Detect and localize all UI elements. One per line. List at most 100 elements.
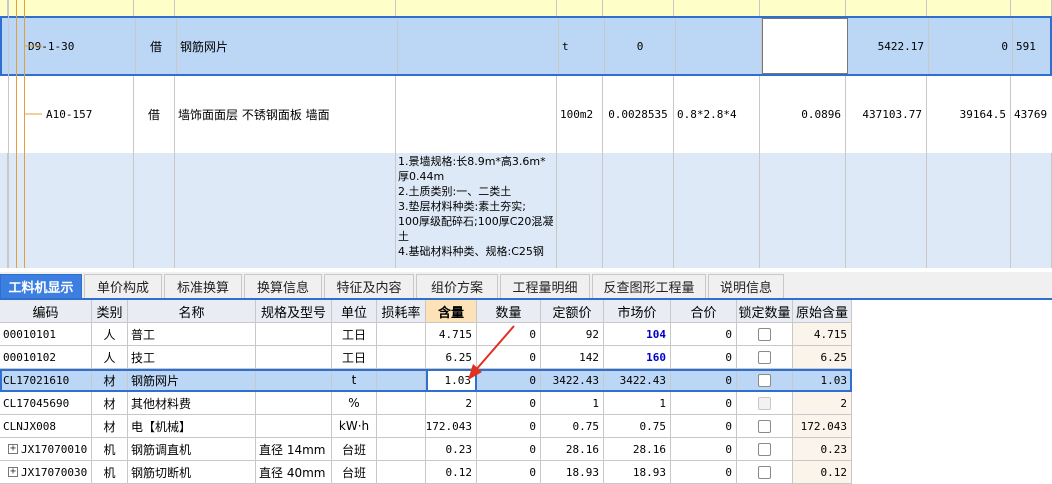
lock-checkbox[interactable]	[758, 419, 771, 433]
unit-cell[interactable]: 工日	[332, 346, 377, 369]
code-cell[interactable]: 00010101	[0, 323, 92, 346]
col-unit[interactable]: 单位	[332, 300, 377, 323]
code-cell[interactable]: CL17021610	[0, 369, 92, 392]
name-cell[interactable]: 钢筋调直机	[128, 438, 256, 461]
unit-cell[interactable]: kW·h	[332, 415, 377, 438]
market-price-cell[interactable]: 3422.43	[604, 369, 671, 392]
tab-quantity-detail[interactable]: 工程量明细	[500, 274, 590, 298]
unit-cell[interactable]: t	[559, 18, 605, 74]
loss-cell[interactable]	[377, 438, 426, 461]
lock-checkbox[interactable]	[758, 373, 771, 387]
col-name[interactable]: 名称	[128, 300, 256, 323]
market-price-cell[interactable]: 1	[604, 392, 671, 415]
expr-cell[interactable]: 0.8*2.8*4	[674, 76, 760, 153]
unit-cell[interactable]: 100m2	[557, 76, 603, 153]
content-cell[interactable]: 0.23	[426, 438, 477, 461]
col-market-price[interactable]: 市场价	[604, 300, 671, 323]
tab-reverse-graphic-quantity[interactable]: 反查图形工程量	[592, 274, 706, 298]
qty-cell[interactable]: 0	[605, 18, 676, 74]
unit-cell[interactable]: 台班	[332, 438, 377, 461]
col-spec[interactable]: 规格及型号	[256, 300, 332, 323]
content-cell-editing[interactable]	[762, 18, 848, 74]
qty-cell[interactable]: 0.0028535	[603, 76, 674, 153]
lock-checkbox[interactable]	[758, 327, 771, 341]
desc-cell[interactable]	[396, 76, 557, 153]
market-price-cell[interactable]: 18.93	[604, 461, 671, 484]
col-code[interactable]: 编码	[0, 300, 92, 323]
unit-cell[interactable]: 台班	[332, 461, 377, 484]
spec-cell[interactable]: 直径 40mm	[256, 461, 332, 484]
loss-cell[interactable]	[377, 392, 426, 415]
table-row[interactable]: 00010102 人 技工 工日 6.25 0 142 160 0 6.25	[0, 346, 852, 369]
name-cell[interactable]: 电【机械】	[128, 415, 256, 438]
content-cell[interactable]: 0.0896	[760, 76, 846, 153]
spec-cell[interactable]	[256, 346, 332, 369]
expr-cell[interactable]	[676, 18, 762, 74]
loss-cell[interactable]	[377, 461, 426, 484]
table-row[interactable]: 00010101 人 普工 工日 4.715 0 92 104 0 4.715	[0, 323, 852, 346]
tab-features[interactable]: 特征及内容	[324, 274, 414, 298]
content-cell[interactable]: 0.12	[426, 461, 477, 484]
tab-description[interactable]: 说明信息	[708, 274, 784, 298]
tab-standard-conversion[interactable]: 标准换算	[164, 274, 242, 298]
content-cell[interactable]: 2	[426, 392, 477, 415]
market-price-cell[interactable]: 0.75	[604, 415, 671, 438]
content-cell[interactable]: 172.043	[426, 415, 477, 438]
lock-checkbox[interactable]	[758, 465, 771, 479]
lock-checkbox[interactable]	[758, 350, 771, 364]
expand-icon[interactable]: +	[8, 444, 18, 454]
col-quota-price[interactable]: 定额价	[541, 300, 604, 323]
quota-row-a10-157[interactable]: A10-157 借 墙饰面面层 不锈钢面板 墙面 100m2 0.0028535…	[0, 76, 1052, 154]
table-row-selected[interactable]: CL17021610 材 钢筋网片 t 1.03 0 3422.43 3422.…	[0, 369, 852, 392]
tab-pricing-scheme[interactable]: 组价方案	[416, 274, 498, 298]
col-total-price[interactable]: 合价	[671, 300, 737, 323]
unit-cell[interactable]: 工日	[332, 323, 377, 346]
tab-unit-price[interactable]: 单价构成	[84, 274, 162, 298]
spec-cell[interactable]	[256, 369, 332, 392]
table-row[interactable]: CLNJX008 材 电【机械】 kW·h 172.043 0 0.75 0.7…	[0, 415, 852, 438]
col-lock-quantity[interactable]: 锁定数量	[737, 300, 793, 323]
expand-icon[interactable]: +	[8, 467, 18, 477]
col-original-content[interactable]: 原始含量	[793, 300, 852, 323]
name-cell[interactable]: 其他材料费	[128, 392, 256, 415]
spec-cell[interactable]	[256, 415, 332, 438]
name-cell[interactable]: 普工	[128, 323, 256, 346]
table-row[interactable]: + JX17070010 机 钢筋调直机 直径 14mm 台班 0.23 0 28…	[0, 438, 852, 461]
market-price-cell[interactable]: 28.16	[604, 438, 671, 461]
loss-cell[interactable]	[377, 346, 426, 369]
bill-item-row[interactable]: 1.景墙规格:长8.9m*高3.6m* 厚0.44m 2.土质类别:一、二类土 …	[0, 153, 1052, 268]
quantity-cell: 0	[477, 438, 541, 461]
code-cell[interactable]: + JX17070010	[0, 438, 92, 461]
name-cell[interactable]: 钢筋切断机	[128, 461, 256, 484]
lock-checkbox[interactable]	[758, 442, 771, 456]
table-row[interactable]: CL17045690 材 其他材料费 % 2 0 1 1 0 2	[0, 392, 852, 415]
tab-material-machine[interactable]: 工料机显示	[0, 274, 82, 298]
unit-cell[interactable]: t	[332, 369, 377, 392]
quota-row-d9-1-30[interactable]: D9-1-30 借 钢筋网片 t 0 5422.17 0 591	[0, 16, 1052, 76]
market-price-cell[interactable]: 104	[604, 323, 671, 346]
market-price-cell[interactable]: 160	[604, 346, 671, 369]
spec-cell[interactable]: 直径 14mm	[256, 438, 332, 461]
tab-conversion-info[interactable]: 换算信息	[244, 274, 322, 298]
unit-cell[interactable]: %	[332, 392, 377, 415]
name-cell[interactable]: 技工	[128, 346, 256, 369]
name-cell[interactable]: 钢筋网片	[128, 369, 256, 392]
code-cell[interactable]: CLNJX008	[0, 415, 92, 438]
name-cell[interactable]: 钢筋网片	[177, 18, 398, 74]
code-cell[interactable]: CL17045690	[0, 392, 92, 415]
loss-cell[interactable]	[377, 415, 426, 438]
table-row[interactable]: + JX17070030 机 钢筋切断机 直径 40mm 台班 0.12 0 18…	[0, 461, 852, 484]
code-text: JX17070030	[21, 465, 88, 479]
loss-cell[interactable]	[377, 369, 426, 392]
desc-cell[interactable]	[398, 18, 559, 74]
loss-cell[interactable]	[377, 323, 426, 346]
code-cell[interactable]: + JX17070030	[0, 461, 92, 484]
name-cell[interactable]: 墙饰面面层 不锈钢面板 墙面	[175, 76, 396, 153]
col-type[interactable]: 类别	[92, 300, 128, 323]
spec-cell[interactable]	[256, 392, 332, 415]
item-feature-description[interactable]: 1.景墙规格:长8.9m*高3.6m* 厚0.44m 2.土质类别:一、二类土 …	[396, 153, 557, 268]
col-loss-rate[interactable]: 损耗率	[377, 300, 426, 323]
code-cell[interactable]: 00010102	[0, 346, 92, 369]
spec-cell[interactable]	[256, 323, 332, 346]
quota-row-partial[interactable]	[0, 0, 1052, 17]
